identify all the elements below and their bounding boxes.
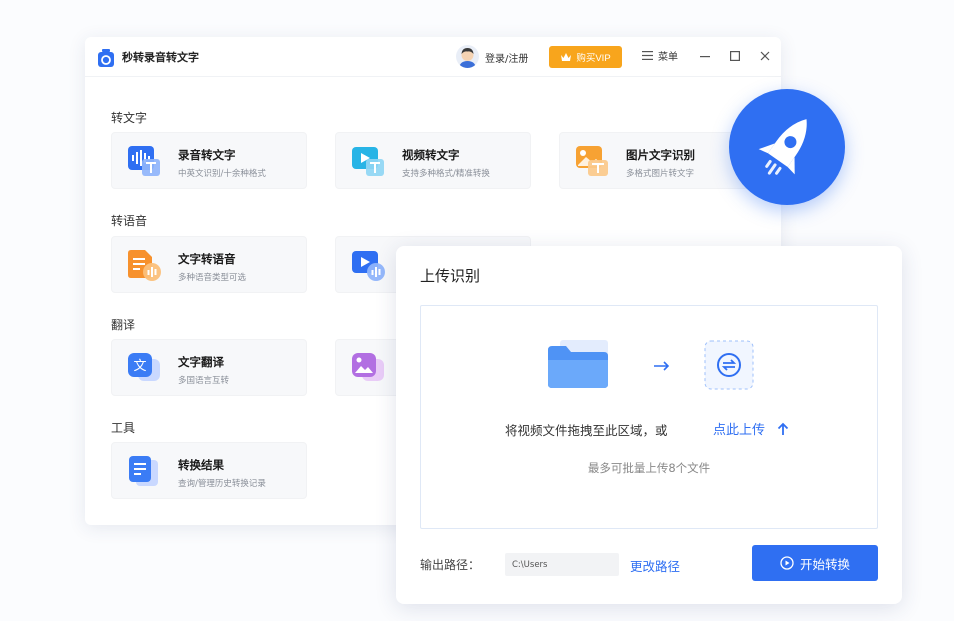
minimize-button[interactable]: [695, 46, 715, 66]
crown-icon: [561, 53, 572, 61]
translate-icon: 文: [128, 353, 160, 381]
svg-text:文: 文: [133, 359, 146, 374]
upload-panel-title: 上传识别: [420, 267, 481, 285]
card-audio-to-text[interactable]: 录音转文字 中英文识别/十余种格式: [111, 132, 307, 189]
card-image-ocr-subtitle: 多格式图片转文字: [626, 169, 695, 179]
card-convert-results-title: 转换结果: [178, 458, 224, 472]
play-circle-icon: [780, 556, 794, 570]
text-to-speech-icon: [128, 250, 161, 281]
buy-vip-label: 购买VIP: [576, 53, 611, 64]
app-title: 秒转录音转文字: [122, 51, 199, 64]
app-logo-icon: [98, 49, 114, 67]
card-audio-to-text-title: 录音转文字: [178, 148, 236, 162]
convert-icon: [704, 340, 754, 390]
card-text-to-speech-subtitle: 多种语音类型可选: [178, 273, 247, 283]
video-to-text-icon: [352, 147, 384, 176]
login-register-link[interactable]: 登录/注册: [485, 50, 528, 65]
card-text-translate-subtitle: 多国语言互转: [178, 376, 230, 386]
user-avatar[interactable]: [456, 45, 479, 68]
card-image-ocr-title: 图片文字识别: [626, 148, 695, 162]
upload-arrow-icon: [778, 422, 789, 435]
user-avatar-icon: [459, 48, 476, 68]
menu-label: 菜单: [658, 52, 678, 63]
card-convert-results[interactable]: 转换结果 查询/管理历史转换记录: [111, 442, 307, 499]
click-upload-link[interactable]: 点此上传: [713, 419, 789, 438]
rocket-icon: [758, 119, 807, 175]
section-title-tools: 工具: [111, 421, 136, 435]
start-convert-label: 开始转换: [799, 556, 850, 572]
video-to-speech-icon: [352, 251, 385, 281]
arrow-right-icon: [654, 361, 670, 371]
change-path-link[interactable]: 更改路径: [630, 556, 680, 575]
section-title-translate: 翻译: [111, 318, 136, 332]
card-audio-to-text-subtitle: 中英文识别/十余种格式: [178, 169, 266, 179]
card-video-to-text-subtitle: 支持多种格式/精准转换: [402, 169, 490, 179]
card-text-to-speech-title: 文字转语音: [178, 252, 236, 266]
audio-to-text-icon: [128, 146, 160, 176]
start-convert-button[interactable]: 开始转换: [752, 545, 878, 581]
card-video-to-text-title: 视频转文字: [402, 148, 460, 162]
card-text-translate[interactable]: 文 文字翻译 多国语言互转: [111, 339, 307, 396]
click-upload-label: 点此上传: [713, 423, 766, 438]
section-title-to-speech: 转语音: [111, 214, 148, 228]
buy-vip-button[interactable]: 购买VIP: [549, 46, 622, 68]
file-drop-zone[interactable]: 将视频文件拖拽至此区域，或 点此上传 最多可批量上传8个文件: [420, 305, 878, 529]
output-path-label: 输出路径：: [420, 558, 481, 572]
results-document-icon: [129, 456, 158, 486]
title-bar: 秒转录音转文字 登录/注册 购买VIP 菜单: [85, 37, 781, 77]
close-icon: [760, 51, 770, 61]
section-title-to-text: 转文字: [111, 111, 148, 125]
card-image-ocr[interactable]: 图片文字识别 多格式图片转文字: [559, 132, 755, 189]
image-ocr-icon: [576, 146, 608, 176]
card-text-to-speech[interactable]: 文字转语音 多种语音类型可选: [111, 236, 307, 293]
rocket-badge: [729, 89, 845, 205]
folder-icon: [548, 340, 608, 388]
drag-instruction: 将视频文件拖拽至此区域，或: [505, 423, 668, 438]
menu-button[interactable]: 菜单: [642, 48, 678, 63]
card-text-translate-title: 文字翻译: [178, 355, 224, 369]
card-convert-results-subtitle: 查询/管理历史转换记录: [178, 479, 266, 489]
close-button[interactable]: [755, 46, 775, 66]
image-translate-icon: [352, 353, 384, 381]
minimize-icon: [700, 56, 710, 58]
card-video-to-text[interactable]: 视频转文字 支持多种格式/精准转换: [335, 132, 531, 189]
maximize-button[interactable]: [725, 46, 745, 66]
output-path-input[interactable]: [505, 553, 619, 576]
upload-limit-hint: 最多可批量上传8个文件: [587, 461, 711, 475]
upload-panel: 上传识别 将视频文件拖拽至此区域，或 点此上传 最多可批量上传8个文件 输出路径…: [396, 246, 902, 604]
maximize-icon: [730, 51, 740, 61]
hamburger-icon: [642, 51, 653, 60]
